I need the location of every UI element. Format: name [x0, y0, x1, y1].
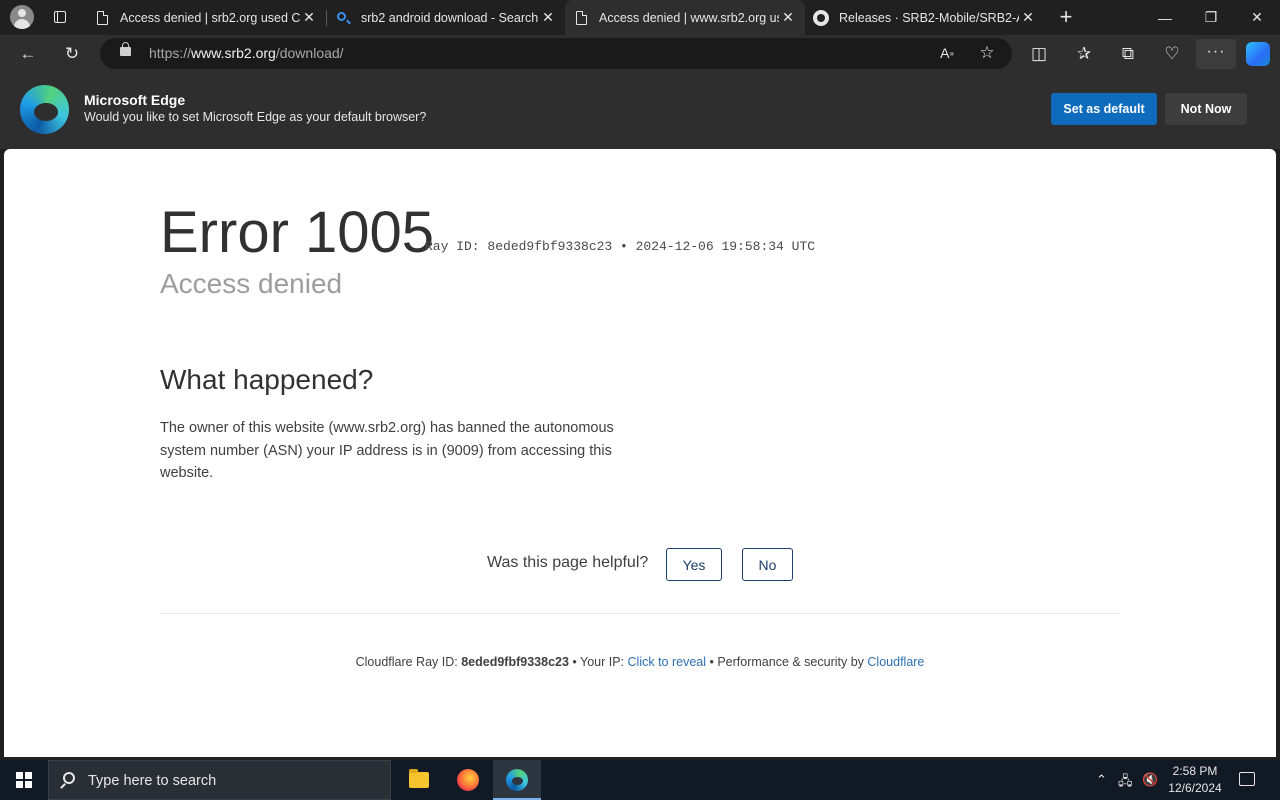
- close-tab-icon[interactable]: ✕: [781, 10, 795, 24]
- divider: [160, 613, 1120, 614]
- clock-time: 2:58 PM: [1172, 764, 1218, 778]
- collections-icon[interactable]: ⧉: [1114, 40, 1142, 68]
- close-window-icon[interactable]: ✕: [1234, 0, 1280, 35]
- footer-ip-label: • Your IP:: [568, 655, 628, 669]
- start-button[interactable]: [0, 760, 48, 800]
- favorites-icon[interactable]: ✰: [1070, 40, 1098, 68]
- document-icon: [94, 10, 110, 26]
- page-content: Error 1005 Ray ID: 8eded9fbf9338c23 • 20…: [4, 149, 1276, 757]
- tab-4[interactable]: Releases · SRB2-Mobile/SRB2-And ✕: [805, 0, 1045, 35]
- error-subtitle: Access denied: [160, 268, 343, 299]
- infobar-title: Microsoft Edge: [84, 92, 186, 108]
- minimize-icon[interactable]: —: [1142, 0, 1188, 35]
- network-icon[interactable]: 🖧: [1118, 772, 1133, 794]
- cloudflare-footer: Cloudflare Ray ID: 8eded9fbf9338c23 • Yo…: [4, 655, 1276, 669]
- tab-title: Access denied | srb2.org used Clo: [120, 10, 300, 25]
- favorite-star-icon[interactable]: ☆: [973, 39, 1001, 67]
- tab-1[interactable]: Access denied | srb2.org used Clo ✕: [86, 0, 326, 35]
- not-now-button[interactable]: Not Now: [1165, 93, 1247, 125]
- new-tab-icon[interactable]: +: [1055, 6, 1077, 28]
- more-options-icon[interactable]: ···: [1196, 39, 1236, 69]
- set-as-default-button[interactable]: Set as default: [1051, 93, 1157, 125]
- ray-id-line: Ray ID: 8eded9fbf9338c23 • 2024-12-06 19…: [425, 239, 816, 254]
- copilot-icon[interactable]: [1246, 42, 1270, 66]
- what-happened-text: The owner of this website (www.srb2.org)…: [160, 420, 614, 481]
- notification-icon[interactable]: [1239, 772, 1255, 786]
- file-explorer-button[interactable]: [395, 760, 443, 800]
- infobar-message: Would you like to set Microsoft Edge as …: [84, 110, 427, 124]
- taskbar: Type here to search ⌃ 🖧 🔇 2:58 PM 12/6/2…: [0, 760, 1280, 800]
- chevron-up-icon[interactable]: ⌃: [1096, 772, 1107, 788]
- lock-icon[interactable]: [120, 42, 131, 56]
- what-happened-heading: What happened?: [160, 364, 374, 395]
- edge-logo-icon: [20, 85, 69, 134]
- back-icon[interactable]: ←: [14, 40, 42, 68]
- close-tab-icon[interactable]: ✕: [541, 10, 555, 24]
- tab-strip: Access denied | srb2.org used Clo ✕ srb2…: [0, 0, 1280, 35]
- volume-muted-icon[interactable]: 🔇: [1142, 772, 1158, 788]
- close-tab-icon[interactable]: ✕: [1021, 10, 1035, 24]
- edge-taskbar-button[interactable]: [493, 760, 541, 800]
- split-screen-icon[interactable]: ◫: [1025, 40, 1053, 68]
- yes-button[interactable]: Yes: [666, 548, 722, 581]
- extensions-icon[interactable]: ♡: [1158, 40, 1186, 68]
- default-browser-infobar: Microsoft Edge Would you like to set Mic…: [0, 73, 1280, 149]
- tab-title: Access denied | www.srb2.org use: [599, 10, 779, 25]
- edge-icon: [506, 769, 528, 791]
- restore-icon[interactable]: ❐: [1188, 0, 1234, 35]
- footer-perf-label: • Performance & security by: [706, 655, 868, 669]
- tab-3-active[interactable]: Access denied | www.srb2.org use ✕: [565, 0, 805, 35]
- firefox-button[interactable]: [444, 760, 492, 800]
- folder-icon: [409, 769, 429, 788]
- address-bar[interactable]: https://www.srb2.org/download/ A» ☆: [100, 38, 1012, 69]
- windows-logo-icon: [16, 772, 32, 788]
- address-toolbar: ← ↻ https://www.srb2.org/download/ A» ☆ …: [0, 35, 1280, 88]
- reveal-ip-link[interactable]: Click to reveal: [628, 655, 707, 669]
- firefox-icon: [457, 769, 479, 791]
- taskbar-search-placeholder: Type here to search: [88, 773, 217, 789]
- search-icon: [63, 772, 75, 784]
- document-icon: [573, 10, 589, 26]
- url-text[interactable]: https://www.srb2.org/download/: [149, 45, 344, 61]
- tab-title: Releases · SRB2-Mobile/SRB2-And: [839, 10, 1019, 25]
- feedback-question: Was this page helpful?: [487, 554, 649, 571]
- close-tab-icon[interactable]: ✕: [302, 10, 316, 24]
- taskbar-search-box[interactable]: Type here to search: [48, 760, 391, 800]
- no-button[interactable]: No: [742, 548, 793, 581]
- cloudflare-link[interactable]: Cloudflare: [867, 655, 924, 669]
- footer-ray-id: 8eded9fbf9338c23: [461, 655, 569, 669]
- taskbar-clock[interactable]: 2:58 PM 12/6/2024: [1160, 763, 1230, 797]
- tab-actions-icon[interactable]: [48, 7, 72, 27]
- refresh-icon[interactable]: ↻: [58, 40, 86, 68]
- tab-2[interactable]: srb2 android download - Search ✕: [327, 0, 565, 35]
- error-code-heading: Error 1005: [160, 200, 435, 265]
- tab-title: srb2 android download - Search: [361, 10, 539, 25]
- clock-date: 12/6/2024: [1168, 781, 1222, 795]
- github-icon: [813, 9, 829, 26]
- search-icon: [335, 10, 351, 26]
- footer-ray-label: Cloudflare Ray ID:: [355, 655, 462, 669]
- read-aloud-icon[interactable]: A»: [933, 39, 961, 67]
- profile-avatar-icon[interactable]: [10, 5, 34, 29]
